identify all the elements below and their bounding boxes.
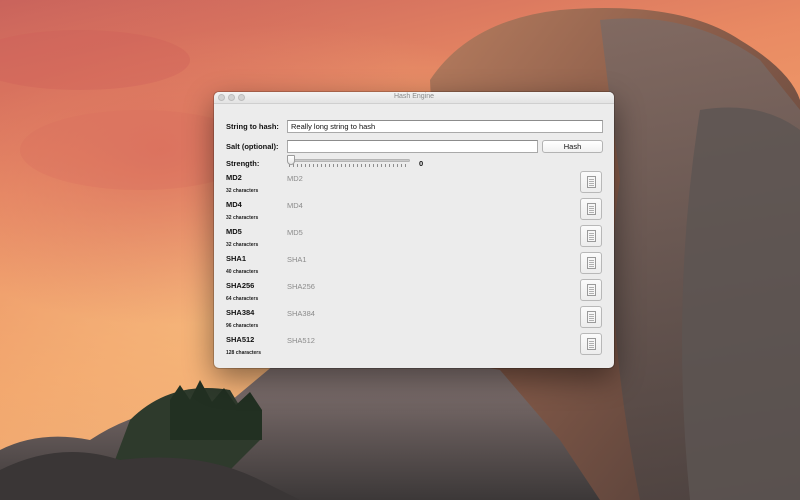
hash-length: 96 characters	[226, 323, 259, 329]
hash-result: SHA384	[287, 309, 315, 318]
hash-result: MD2	[287, 174, 303, 183]
document-copy-icon	[587, 203, 596, 215]
copy-sha384-button[interactable]	[580, 306, 602, 328]
title-bar[interactable]: Hash Engine	[214, 92, 614, 104]
hash-result: MD5	[287, 228, 303, 237]
string-to-hash-input[interactable]: Really long string to hash	[287, 120, 603, 133]
window-title: Hash Engine	[393, 93, 435, 100]
copy-sha512-button[interactable]	[580, 333, 602, 355]
string-to-hash-label: String to hash:	[226, 122, 279, 131]
document-copy-icon	[587, 338, 596, 350]
document-copy-icon	[587, 284, 596, 296]
hash-name: SHA384	[226, 308, 255, 317]
window-content: String to hash: Really long string to ha…	[214, 104, 614, 368]
hash-length: 128 characters	[226, 350, 262, 356]
hash-length: 32 characters	[226, 188, 259, 194]
strength-value: 0	[419, 159, 424, 168]
strength-slider[interactable]	[287, 154, 410, 168]
hash-length: 40 characters	[226, 269, 259, 275]
hash-name: MD5	[226, 227, 242, 236]
hash-result: MD4	[287, 201, 303, 210]
hash-result: SHA1	[287, 255, 307, 264]
hash-row-sha384: SHA384 96 characters SHA384	[214, 306, 614, 335]
hash-name: SHA256	[226, 281, 255, 290]
salt-input[interactable]	[287, 140, 538, 153]
slider-track	[287, 159, 410, 162]
hash-row-md5: MD5 32 characters MD5	[214, 225, 614, 254]
hash-row-md4: MD4 32 characters MD4	[214, 198, 614, 227]
hash-row-sha256: SHA256 64 characters SHA256	[214, 279, 614, 308]
document-copy-icon	[587, 257, 596, 269]
strength-label: Strength:	[226, 159, 260, 168]
document-copy-icon	[587, 230, 596, 242]
hash-result: SHA512	[287, 336, 315, 345]
copy-sha256-button[interactable]	[580, 279, 602, 301]
copy-md2-button[interactable]	[580, 171, 602, 193]
hash-engine-window: Hash Engine String to hash: Really long …	[214, 92, 614, 368]
hash-name: SHA1	[226, 254, 247, 263]
hash-length: 32 characters	[226, 242, 259, 248]
document-copy-icon	[587, 311, 596, 323]
hash-row-sha1: SHA1 40 characters SHA1	[214, 252, 614, 281]
copy-md5-button[interactable]	[580, 225, 602, 247]
hash-name: MD2	[226, 173, 242, 182]
hash-length: 64 characters	[226, 296, 259, 302]
slider-ticks	[289, 164, 408, 167]
hash-name: SHA512	[226, 335, 255, 344]
hash-row-sha512: SHA512 128 characters SHA512	[214, 333, 614, 362]
hash-result: SHA256	[287, 282, 315, 291]
hash-row-md2: MD2 32 characters MD2	[214, 171, 614, 200]
hash-button[interactable]: Hash	[542, 140, 603, 153]
slider-knob[interactable]	[287, 155, 295, 165]
hash-length: 32 characters	[226, 215, 259, 221]
copy-sha1-button[interactable]	[580, 252, 602, 274]
hash-name: MD4	[226, 200, 242, 209]
document-copy-icon	[587, 176, 596, 188]
salt-label: Salt (optional):	[226, 142, 279, 151]
copy-md4-button[interactable]	[580, 198, 602, 220]
